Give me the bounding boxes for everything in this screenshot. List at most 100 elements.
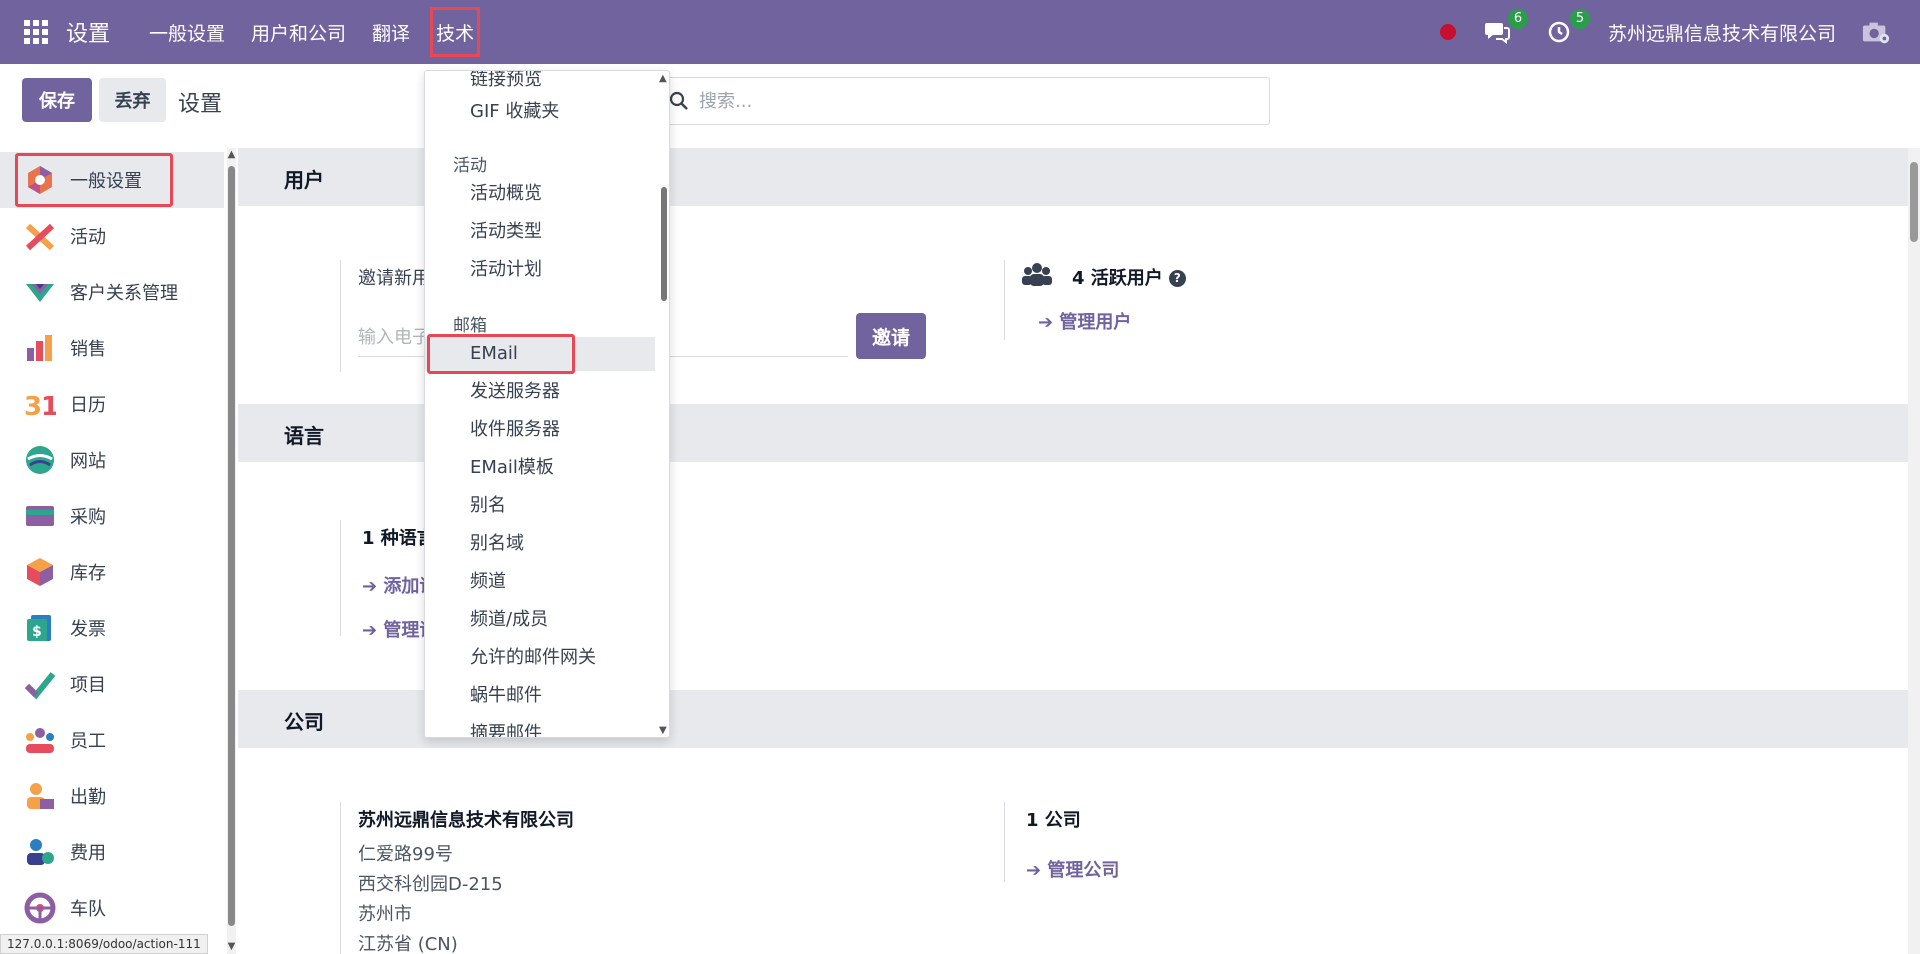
- sidebar-label: 日历: [70, 395, 106, 416]
- menu-section-activity: 活动: [453, 156, 487, 176]
- crm-icon: [26, 284, 54, 302]
- sidebar-item-invoice[interactable]: $ 发票: [0, 600, 224, 656]
- menu-section-mail: 邮箱: [453, 316, 487, 336]
- breadcrumb: 设置: [178, 92, 223, 117]
- sales-icon: [27, 335, 52, 361]
- users-group-icon: [1022, 263, 1052, 286]
- activity-icon: [25, 223, 55, 251]
- sidebar-item-general-settings[interactable]: 一般设置: [0, 152, 224, 208]
- project-icon: [24, 672, 56, 700]
- menu-item-snail-mail[interactable]: 蜗牛邮件: [425, 679, 655, 713]
- menu-item-gif-favorites[interactable]: GIF 收藏夹: [425, 95, 655, 129]
- sidebar-label: 费用: [70, 843, 106, 864]
- employees-icon: [26, 728, 54, 753]
- svg-text:3: 3: [24, 392, 42, 420]
- menu-users-companies[interactable]: 用户和公司: [238, 0, 359, 64]
- sidebar-label: 网站: [70, 451, 106, 472]
- sidebar-item-sales[interactable]: 销售: [0, 320, 224, 376]
- status-dot-icon[interactable]: [1439, 24, 1456, 40]
- sidebar-label: 出勤: [70, 787, 106, 808]
- menu-item-link-preview[interactable]: 链接预览: [425, 71, 655, 97]
- general-settings-icon: [28, 166, 52, 194]
- sidebar-item-website[interactable]: 网站: [0, 432, 224, 488]
- invite-button[interactable]: 邀请: [856, 313, 926, 359]
- search-icon: [669, 91, 688, 110]
- search-input[interactable]: [699, 90, 1259, 112]
- technical-dropdown-menu: 链接预览 GIF 收藏夹 活动 活动概览 活动类型 活动计划 邮箱 EMail …: [424, 70, 670, 738]
- settings-sidebar: 一般设置 活动 客户关系管理 销售 31 日历 网站 采购 库存 $ 发票 项目…: [0, 148, 236, 954]
- sidebar-label: 发票: [70, 619, 106, 640]
- sidebar-item-purchase[interactable]: 采购: [0, 488, 224, 544]
- discard-button[interactable]: 丢弃: [99, 78, 166, 122]
- menu-item-aliases[interactable]: 别名: [425, 489, 655, 523]
- sidebar-label: 一般设置: [70, 171, 142, 192]
- sidebar-item-project[interactable]: 项目: [0, 656, 224, 712]
- company-address-line: 江苏省 (CN): [358, 934, 458, 954]
- help-icon[interactable]: ?: [1168, 270, 1186, 287]
- activities-badge: 5: [1569, 9, 1590, 29]
- menu-item-mail-gateway-allowed[interactable]: 允许的邮件网关: [425, 641, 655, 675]
- svg-text:1: 1: [41, 392, 56, 420]
- company-address-line: 苏州市: [358, 904, 412, 925]
- sidebar-item-employees[interactable]: 员工: [0, 712, 224, 768]
- sidebar-item-attendance[interactable]: 出勤: [0, 768, 224, 824]
- apps-grid-icon[interactable]: [24, 20, 48, 44]
- menu-technical[interactable]: 技术: [423, 0, 487, 64]
- sidebar-label: 库存: [70, 563, 106, 584]
- chat-icon[interactable]: 6: [1484, 9, 1528, 45]
- menu-item-activity-overview[interactable]: 活动概览: [425, 177, 655, 211]
- company-address-line: 西交科创园D-215: [358, 874, 503, 895]
- sidebar-item-activity[interactable]: 活动: [0, 208, 224, 264]
- save-button[interactable]: 保存: [22, 78, 92, 122]
- sidebar-item-inventory[interactable]: 库存: [0, 544, 224, 600]
- sidebar-label: 客户关系管理: [70, 283, 178, 304]
- messages-badge: 6: [1507, 9, 1528, 29]
- sidebar-item-crm[interactable]: 客户关系管理: [0, 264, 224, 320]
- sidebar-item-calendar[interactable]: 31 日历: [0, 376, 224, 432]
- sidebar-item-expenses[interactable]: 费用: [0, 824, 224, 880]
- menu-item-incoming-servers[interactable]: 收件服务器: [425, 413, 655, 447]
- camera-settings-icon[interactable]: [1862, 18, 1890, 46]
- dropdown-scrollbar[interactable]: ▲ ▼: [658, 71, 669, 737]
- menu-item-email-templates[interactable]: EMail模板: [425, 451, 655, 485]
- company-address-line: 仁爱路99号: [358, 844, 453, 865]
- search-bar: [660, 77, 1270, 125]
- company-name: 苏州远鼎信息技术有限公司: [358, 810, 574, 831]
- main-scrollbar[interactable]: [1908, 148, 1920, 954]
- sidebar-label: 员工: [70, 731, 106, 752]
- menu-item-digest-emails[interactable]: 摘要邮件: [425, 717, 655, 737]
- sidebar-item-fleet[interactable]: 车队: [0, 880, 224, 936]
- sidebar-label: 活动: [70, 227, 106, 248]
- menu-item-activity-types[interactable]: 活动类型: [425, 215, 655, 249]
- sidebar-label: 车队: [70, 899, 106, 920]
- manage-users-link[interactable]: ➔ 管理用户: [1038, 308, 1131, 334]
- menu-item-activity-plans[interactable]: 活动计划: [425, 253, 655, 287]
- menu-general-settings[interactable]: 一般设置: [136, 0, 238, 64]
- expenses-icon: [27, 839, 54, 865]
- sidebar-label: 采购: [70, 507, 106, 528]
- menu-translations[interactable]: 翻译: [359, 0, 423, 64]
- app-brand[interactable]: 设置: [66, 16, 110, 48]
- top-navbar: 设置 一般设置 用户和公司 翻译 技术 6 5 苏州远鼎信息技术有限公司: [0, 0, 1920, 64]
- purchase-icon: [26, 506, 54, 526]
- active-users-count: 4 活跃用户?: [1072, 264, 1186, 290]
- website-icon: [26, 446, 54, 474]
- menu-item-email[interactable]: EMail: [425, 334, 655, 374]
- manage-companies-link[interactable]: ➔ 管理公司: [1026, 856, 1119, 882]
- company-count: 1 公司: [1026, 810, 1081, 831]
- menu-item-channels[interactable]: 频道: [425, 565, 655, 599]
- menu-item-alias-domains[interactable]: 别名域: [425, 527, 655, 561]
- clock-icon[interactable]: 5: [1546, 9, 1590, 45]
- menu-item-channel-members[interactable]: 频道/成员: [425, 603, 655, 637]
- attendance-icon: [27, 783, 54, 809]
- invoice-icon: $: [27, 615, 51, 641]
- company-switcher[interactable]: 苏州远鼎信息技术有限公司: [1608, 19, 1836, 46]
- calendar-icon: 31: [24, 392, 56, 420]
- sidebar-label: 项目: [70, 675, 106, 696]
- menu-item-outgoing-servers[interactable]: 发送服务器: [425, 375, 655, 409]
- sidebar-label: 销售: [70, 339, 106, 360]
- fleet-icon: [24, 892, 56, 924]
- sidebar-scrollbar[interactable]: ▲ ▼: [227, 148, 236, 954]
- svg-text:$: $: [32, 624, 42, 640]
- inventory-icon: [27, 558, 53, 586]
